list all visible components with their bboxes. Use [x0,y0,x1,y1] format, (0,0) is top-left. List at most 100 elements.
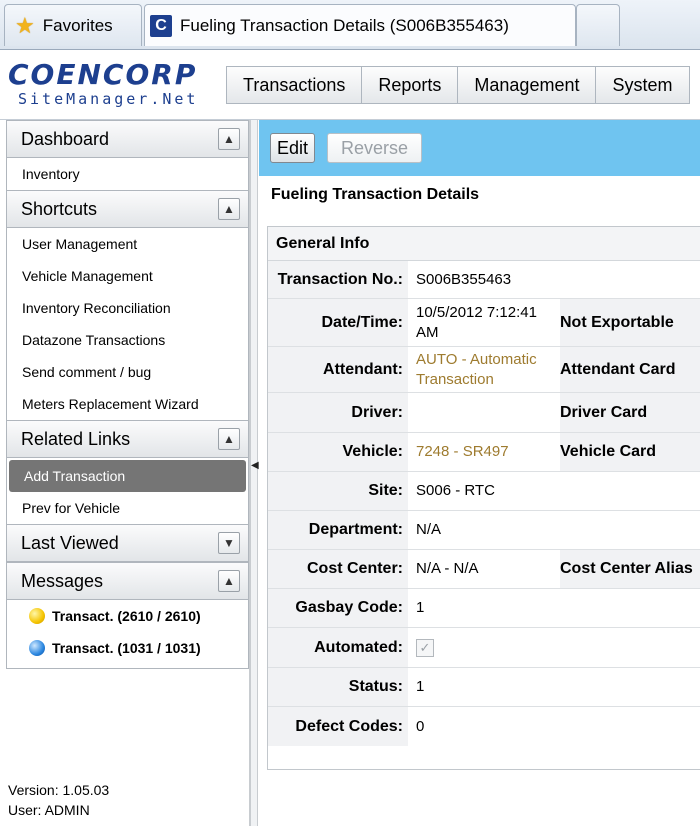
status-label: Status: [268,668,408,706]
defect-codes-label: Defect Codes: [268,707,408,746]
message-item[interactable]: Transact. (1031 / 1031) [7,632,248,664]
message-label: Transact. (1031 / 1031) [52,640,201,656]
defect-codes-value: 0 [416,717,425,735]
new-tab-button[interactable] [576,4,620,46]
cost-center-label: Cost Center: [268,550,408,588]
datetime-label: Date/Time: [268,299,408,346]
sidebar-item-inventory-reconciliation[interactable]: Inventory Reconciliation [7,292,248,324]
coencorp-logo[interactable]: COENCORP SiteManager.Net [8,58,218,109]
sidebar-item-meters-replacement[interactable]: Meters Replacement Wizard [7,388,248,420]
favorites-tab[interactable]: ★ Favorites [4,4,142,46]
site-label: Site: [268,472,408,510]
related-links-items: Add Transaction Prev for Vehicle [6,458,249,524]
sidebar: Dashboard ▲ Inventory Shortcuts ▲ User M… [6,120,250,826]
sidebar-section-messages[interactable]: Messages ▲ [6,562,249,600]
active-browser-tab[interactable]: C Fueling Transaction Details (S006B3554… [144,4,576,46]
transaction-no-label: Transaction No.: [268,261,408,298]
sidebar-section-dashboard[interactable]: Dashboard ▲ [6,120,249,158]
related-links-title: Related Links [21,428,131,449]
row-vehicle: Vehicle: 7248 - SR497 Vehicle Card [268,433,700,472]
not-exportable-label: Not Exportable [560,299,700,346]
department-value: N/A [416,521,442,538]
sidebar-section-related-links[interactable]: Related Links ▲ [6,420,249,458]
sidebar-item-prev-for-vehicle[interactable]: Prev for Vehicle [7,492,248,524]
user-label: User: ADMIN [8,802,90,818]
driver-label: Driver: [268,393,408,432]
gasbay-code-label: Gasbay Code: [268,589,408,627]
general-info-title: General Info [268,227,700,261]
collapse-left-arrow-icon[interactable]: ◀ [251,460,259,471]
sidebar-item-user-management[interactable]: User Management [7,228,248,260]
vehicle-link[interactable]: 7248 - SR497 [416,433,560,471]
sidebar-item-vehicle-management[interactable]: Vehicle Management [7,260,248,292]
last-viewed-title: Last Viewed [21,532,119,553]
menu-transactions[interactable]: Transactions [226,66,363,104]
dashboard-items: Inventory [6,158,249,190]
vehicle-label: Vehicle: [268,433,408,471]
active-tab-label: Fueling Transaction Details (S006B355463… [180,15,509,35]
collapse-caret-up-icon[interactable]: ▲ [218,198,240,220]
messages-items: Transact. (2610 / 2610) Transact. (1031 … [6,600,249,669]
attendant-link[interactable]: AUTO - Automatic Transaction [416,347,560,392]
collapse-caret-up-icon[interactable]: ▲ [218,128,240,150]
logo-brand: COENCORP [8,58,198,91]
department-label: Department: [268,511,408,549]
menu-reports[interactable]: Reports [362,66,459,104]
yellow-status-dot-icon [29,608,45,624]
sidebar-item-datazone-transactions[interactable]: Datazone Transactions [7,324,248,356]
sidebar-item-inventory[interactable]: Inventory [7,158,248,190]
edit-button[interactable]: Edit [270,133,316,163]
messages-title: Messages [21,570,104,591]
page-title: Fueling Transaction Details [271,186,480,203]
row-driver: Driver: Driver Card [268,393,700,433]
collapse-caret-up-icon[interactable]: ▲ [218,428,240,450]
row-automated: Automated: ✓ [268,628,700,668]
site-favicon-icon: C [150,14,172,37]
main-menu: Transactions Reports Management System [226,66,690,104]
version-label: Version: 1.05.03 [8,782,110,798]
app-header: COENCORP SiteManager.Net Transactions Re… [0,50,700,120]
automated-value: ✓ [416,628,560,667]
collapse-caret-up-icon[interactable]: ▲ [218,570,240,592]
main-content: Edit Reverse Fueling Transaction Details… [259,120,700,826]
site-value: S006 - RTC [416,482,495,499]
datetime-value: 10/5/2012 7:12:41 AM [416,303,537,341]
row-cost-center: Cost Center: N/A - N/A Cost Center Alias [268,550,700,589]
sidebar-splitter[interactable]: ◀ [250,120,259,826]
message-item[interactable]: Transact. (2610 / 2610) [7,600,248,632]
dashboard-title: Dashboard [21,128,110,149]
driver-value [416,393,560,432]
automated-label: Automated: [268,628,408,667]
action-toolbar: Edit Reverse [259,120,700,176]
reverse-button[interactable]: Reverse [327,133,422,163]
transaction-no-value: S006B355463 [416,270,512,288]
sidebar-section-shortcuts[interactable]: Shortcuts ▲ [6,190,249,228]
shortcuts-items: User Management Vehicle Management Inven… [6,228,249,420]
star-icon: ★ [15,12,35,38]
sidebar-footer: Version: 1.05.03 User: ADMIN [8,780,109,820]
row-defect-codes: Defect Codes: 0 [268,707,700,746]
general-info-panel: General Info Transaction No.: S006B35546… [267,226,700,770]
cost-center-alias-label: Cost Center Alias [560,550,700,588]
row-transaction-no: Transaction No.: S006B355463 [268,261,700,299]
vehicle-card-label: Vehicle Card [560,433,700,471]
sidebar-item-add-transaction[interactable]: Add Transaction [9,460,246,492]
browser-tab-strip: ★ Favorites C Fueling Transaction Detail… [0,0,700,50]
blue-status-dot-icon [29,640,45,656]
sidebar-section-last-viewed[interactable]: Last Viewed ▼ [6,524,249,562]
attendant-card-label: Attendant Card [560,347,700,392]
message-label: Transact. (2610 / 2610) [52,608,201,624]
favorites-tab-label: Favorites [42,15,113,35]
row-status: Status: 1 [268,668,700,707]
menu-system[interactable]: System [596,66,690,104]
automated-checkbox[interactable]: ✓ [416,638,434,657]
expand-caret-down-icon[interactable]: ▼ [218,532,240,554]
sidebar-item-send-comment[interactable]: Send comment / bug [7,356,248,388]
cost-center-value: N/A - N/A [416,560,479,577]
gasbay-code-value: 1 [416,599,425,616]
driver-card-label: Driver Card [560,393,700,432]
logo-subtitle: SiteManager.Net [18,90,199,108]
row-attendant: Attendant: AUTO - Automatic Transaction … [268,347,700,393]
menu-management[interactable]: Management [458,66,597,104]
shortcuts-title: Shortcuts [21,198,98,219]
